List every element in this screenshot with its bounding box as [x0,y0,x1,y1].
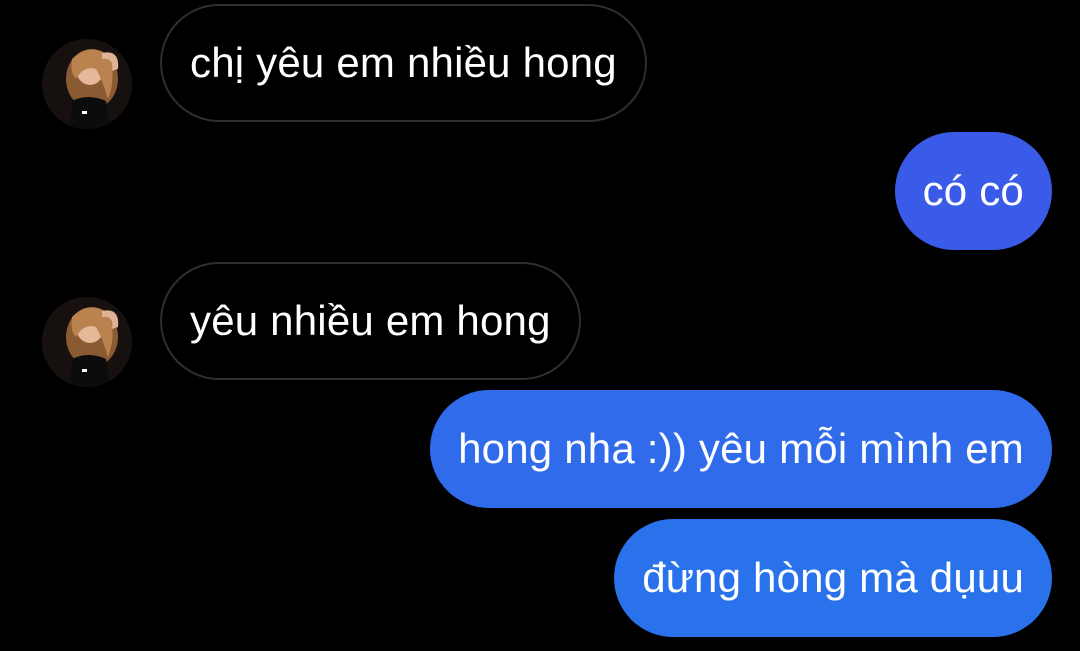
avatar-photo-icon [42,297,132,387]
message-bubble-incoming[interactable]: yêu nhiều em hong [160,262,581,380]
message-text: đừng hòng mà dụuu [642,554,1024,601]
message-text: có có [922,167,1024,214]
message-bubble-outgoing[interactable]: hong nha :)) yêu mỗi mình em [430,390,1052,508]
message-text: hong nha :)) yêu mỗi mình em [458,425,1024,472]
contact-avatar[interactable] [42,297,132,387]
avatar-photo-icon [42,39,132,129]
message-text: chị yêu em nhiều hong [190,39,617,86]
message-text: yêu nhiều em hong [190,297,551,344]
message-bubble-outgoing[interactable]: đừng hòng mà dụuu [614,519,1052,637]
message-bubble-incoming[interactable]: chị yêu em nhiều hong [160,4,647,122]
contact-avatar[interactable] [42,39,132,129]
message-bubble-outgoing[interactable]: có có [894,132,1052,250]
